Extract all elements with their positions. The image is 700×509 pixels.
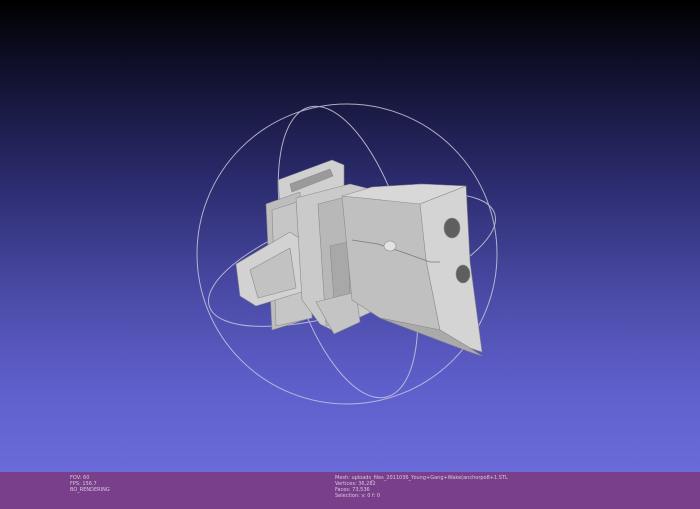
mesh-hole-bottom: [455, 264, 471, 284]
mesh-model[interactable]: [235, 159, 483, 357]
mesh-nub: [383, 240, 397, 252]
status-bar-left: FOV: 60 FPS: 156.7 BO_RENDERING: [70, 475, 110, 493]
render-mode-readout: BO_RENDERING: [70, 487, 110, 493]
status-bar-right: Mesh: uploads_files_2011036_Young+Gang+W…: [335, 475, 508, 499]
scene-canvas[interactable]: [0, 0, 700, 472]
selection-readout: Selection: v: 0 f: 0: [335, 493, 381, 499]
status-bar: FOV: 60 FPS: 156.7 BO_RENDERING Mesh: up…: [0, 472, 700, 509]
3d-viewport[interactable]: [0, 0, 700, 472]
mesh-hole-top: [443, 217, 461, 239]
